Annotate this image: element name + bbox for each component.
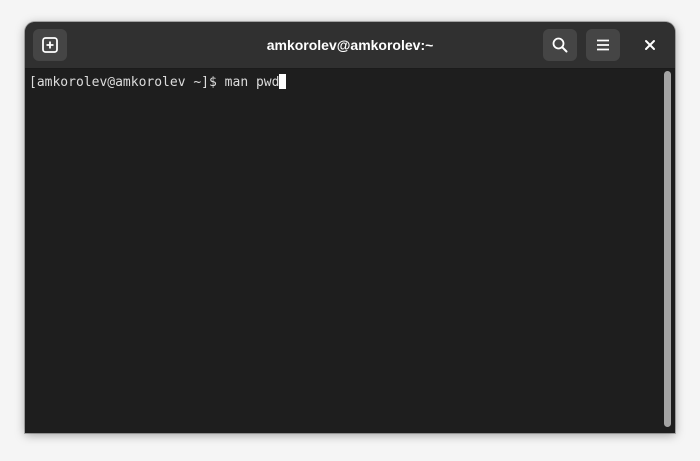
hamburger-menu-icon	[594, 36, 612, 54]
scrollbar-thumb[interactable]	[664, 71, 671, 427]
shell-prompt: [amkorolev@amkorolev ~]$	[29, 75, 225, 90]
typed-command: man pwd	[224, 75, 280, 90]
search-button[interactable]	[543, 29, 577, 61]
terminal-window: amkorolev@amkorolev:~ [amkorolev@amkorol…	[25, 22, 675, 433]
window-title: amkorolev@amkorolev:~	[266, 37, 434, 53]
terminal-area[interactable]: [amkorolev@amkorolev ~]$ man pwd	[25, 69, 675, 433]
search-icon	[551, 36, 569, 54]
text-cursor	[279, 74, 287, 89]
close-icon	[644, 39, 656, 51]
new-tab-button[interactable]	[33, 29, 67, 61]
headerbar: amkorolev@amkorolev:~	[25, 22, 675, 69]
new-tab-icon	[41, 36, 59, 54]
close-button[interactable]	[633, 29, 667, 61]
terminal-line: [amkorolev@amkorolev ~]$ man pwd	[29, 74, 287, 91]
vertical-scrollbar[interactable]	[661, 71, 673, 431]
main-menu-button[interactable]	[586, 29, 620, 61]
